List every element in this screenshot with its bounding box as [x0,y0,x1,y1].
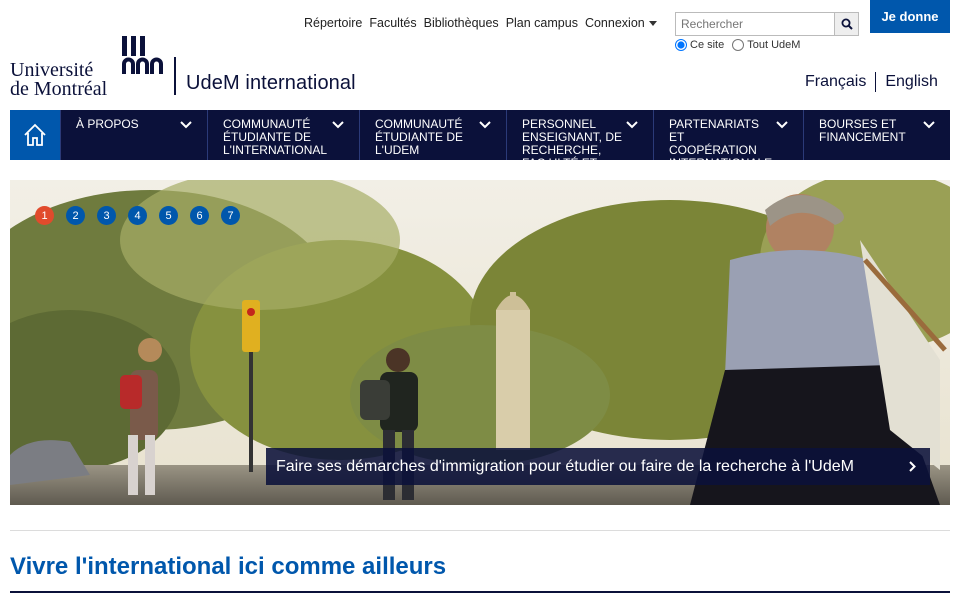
hero-caption-link[interactable]: Faire ses démarches d'immigration pour é… [266,448,930,485]
nav-item-partenariats[interactable]: Partenariats et coopération internationa… [653,110,803,160]
content-divider [10,530,950,531]
utility-links: Répertoire Facultés Bibliothèques Plan c… [304,16,657,30]
scope-radio-all[interactable] [732,39,745,51]
lang-francais[interactable]: Français [805,73,866,91]
scope-radio-site[interactable] [675,39,687,51]
site-header: Université de Montréal UdeM internationa… [0,0,960,110]
chevron-down-icon [776,121,788,129]
scope-option-all[interactable]: Tout UdeM [732,39,800,51]
language-switcher: Français English [805,72,938,92]
section-title-underline [10,591,950,593]
scope-label-all: Tout UdeM [747,39,801,51]
hero-slider: 1 2 3 4 5 6 7 Faire ses démarches d'immi… [10,180,950,505]
link-facultes[interactable]: Facultés [369,16,416,30]
logo-university-line2: de Montréal [10,78,108,96]
slide-dot-6[interactable]: 6 [190,206,209,225]
nav-label: Partenariats et coopération internationa… [669,117,772,161]
nav-label: Bourses et financement [819,117,906,144]
slide-dot-5[interactable]: 5 [159,206,178,225]
section-title: Vivre l'international ici comme ailleurs [10,553,447,580]
link-plan-campus[interactable]: Plan campus [506,16,578,30]
nav-item-etudiants-international[interactable]: Communauté étudiante de l'international [207,110,359,160]
chevron-down-icon [479,121,491,129]
lang-divider [875,72,877,92]
chevron-right-icon [909,461,916,472]
scope-label-site: Ce site [690,39,725,51]
chevron-down-icon [923,121,935,129]
caret-down-icon [648,21,657,27]
slide-dot-3[interactable]: 3 [97,206,116,225]
connexion-label: Connexion [584,16,645,30]
slide-indicators: 1 2 3 4 5 6 7 [35,206,240,225]
logo-divider [174,57,176,95]
nav-label: À propos [76,117,139,131]
slide-dot-2[interactable]: 2 [66,206,85,225]
nav-item-bourses[interactable]: Bourses et financement [803,110,950,160]
nav-item-etudiants-udem[interactable]: Communauté étudiante de l'UdeM [359,110,506,160]
chevron-down-icon [332,121,344,129]
chevron-down-icon [626,121,638,129]
scope-option-site[interactable]: Ce site [675,39,724,51]
hero-caption-text: Faire ses démarches d'immigration pour é… [276,457,854,475]
site-name[interactable]: UdeM international [186,72,356,95]
search-form [675,12,859,36]
search-icon [841,18,853,30]
search-input[interactable] [675,12,835,36]
slide-dot-1[interactable]: 1 [35,206,54,225]
donate-button[interactable]: Je donne [870,0,950,33]
nav-item-personnel[interactable]: Personnel enseignant, de recherche, fac … [506,110,653,160]
nav-label: Communauté étudiante de l'UdeM [375,117,464,157]
slide-dot-4[interactable]: 4 [128,206,147,225]
nav-label: Communauté étudiante de l'international [223,117,328,157]
home-icon [24,123,46,146]
search-scope: Ce site Tout UdeM [675,39,800,51]
slide-dot-7[interactable]: 7 [221,206,240,225]
chevron-down-icon [180,121,192,129]
udem-logo[interactable]: Université de Montréal [10,34,170,96]
connexion-dropdown[interactable]: Connexion [585,16,657,30]
link-bibliotheques[interactable]: Bibliothèques [424,16,499,30]
nav-item-a-propos[interactable]: À propos [60,110,207,160]
nav-home-button[interactable] [10,110,60,160]
lang-english[interactable]: English [885,73,937,91]
link-repertoire[interactable]: Répertoire [304,16,362,30]
search-button[interactable] [834,12,859,36]
main-nav: À propos Communauté étudiante de l'inter… [10,110,950,160]
nav-label: Personnel enseignant, de recherche, fac … [522,117,623,161]
